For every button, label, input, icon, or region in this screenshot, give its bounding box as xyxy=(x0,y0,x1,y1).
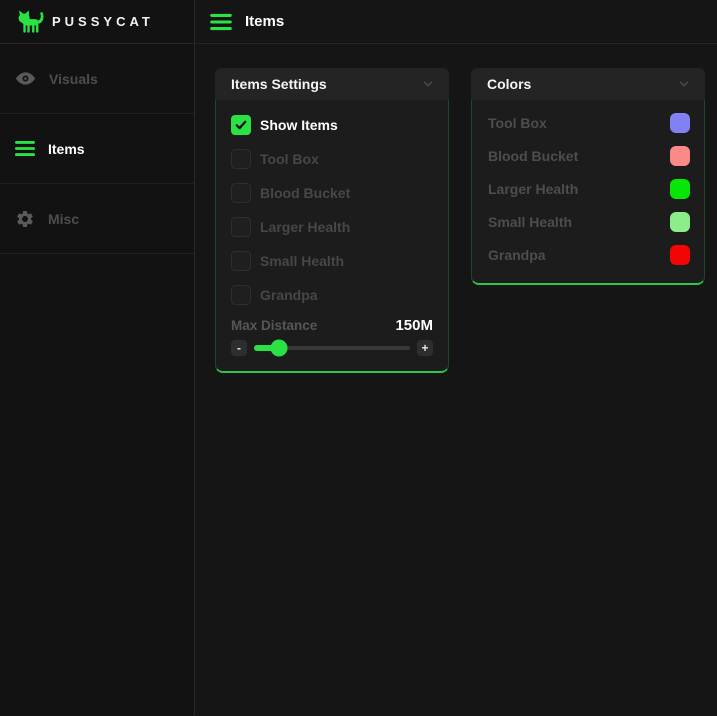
cat-logo-icon xyxy=(17,9,44,34)
color-label: Blood Bucket xyxy=(488,148,578,164)
sidebar-item-misc[interactable]: Misc xyxy=(0,184,194,254)
checkbox-row-small-health[interactable]: Small Health xyxy=(216,244,448,278)
colors-panel-body: Tool Box Blood Bucket Larger Health xyxy=(471,100,705,285)
gear-icon xyxy=(15,209,35,229)
checkbox-label: Blood Bucket xyxy=(260,185,350,201)
max-distance-slider: - + xyxy=(216,334,448,371)
sidebar-item-label: Items xyxy=(48,141,85,157)
chevron-down-icon[interactable] xyxy=(677,77,691,91)
checkbox-label: Tool Box xyxy=(260,151,319,167)
check-icon xyxy=(234,118,248,132)
page-title: Items xyxy=(245,13,284,30)
sidebar: Visuals Items Misc xyxy=(0,44,195,715)
slider-increase-button[interactable]: + xyxy=(417,340,433,356)
checkbox-row-blood-bucket[interactable]: Blood Bucket xyxy=(216,176,448,210)
color-swatch[interactable] xyxy=(670,113,690,133)
sidebar-item-label: Misc xyxy=(48,211,79,227)
items-settings-panel-body: Show Items Tool Box Blood xyxy=(215,100,449,373)
colors-panel: Colors Tool Box Blood Bucket xyxy=(471,68,705,285)
color-swatch[interactable] xyxy=(670,245,690,265)
max-distance-label: Max Distance xyxy=(231,318,317,333)
top-bar: PUSSYCAT Items xyxy=(0,0,717,44)
colors-panel-header[interactable]: Colors xyxy=(471,68,705,100)
slider-decrease-button[interactable]: - xyxy=(231,340,247,356)
color-row-grandpa: Grandpa xyxy=(472,238,704,271)
color-row-blood-bucket: Blood Bucket xyxy=(472,139,704,172)
app-window: PUSSYCAT Items Visuals xyxy=(0,0,717,716)
checkbox-row-grandpa[interactable]: Grandpa xyxy=(216,278,448,312)
checkbox-label: Small Health xyxy=(260,253,344,269)
slider-thumb[interactable] xyxy=(270,339,287,356)
max-distance-value: 150M xyxy=(395,317,433,334)
color-swatch[interactable] xyxy=(670,179,690,199)
page-header: Items xyxy=(195,0,717,43)
checkbox xyxy=(231,149,251,169)
color-row-larger-health: Larger Health xyxy=(472,172,704,205)
logo: PUSSYCAT xyxy=(0,0,195,43)
color-swatch[interactable] xyxy=(670,212,690,232)
chevron-down-icon[interactable] xyxy=(421,77,435,91)
items-settings-panel: Items Settings Show Items xyxy=(215,68,449,373)
color-label: Small Health xyxy=(488,214,572,230)
color-label: Tool Box xyxy=(488,115,547,131)
main-content: Items Settings Show Items xyxy=(195,44,717,715)
menu-icon xyxy=(15,140,35,157)
checkbox xyxy=(231,183,251,203)
checkbox xyxy=(231,217,251,237)
eye-icon xyxy=(15,68,36,89)
color-label: Grandpa xyxy=(488,247,546,263)
color-label: Larger Health xyxy=(488,181,578,197)
sidebar-item-label: Visuals xyxy=(49,71,98,87)
panel-title: Colors xyxy=(487,76,531,92)
checkbox xyxy=(231,115,251,135)
checkbox-label: Larger Health xyxy=(260,219,350,235)
color-row-small-health: Small Health xyxy=(472,205,704,238)
sidebar-item-items[interactable]: Items xyxy=(0,114,194,184)
slider-track[interactable] xyxy=(254,339,410,356)
menu-icon[interactable] xyxy=(210,13,232,31)
checkbox-label: Grandpa xyxy=(260,287,318,303)
color-row-tool-box: Tool Box xyxy=(472,106,704,139)
color-swatch[interactable] xyxy=(670,146,690,166)
checkbox-row-larger-health[interactable]: Larger Health xyxy=(216,210,448,244)
checkbox xyxy=(231,251,251,271)
checkbox xyxy=(231,285,251,305)
checkbox-row-show-items[interactable]: Show Items xyxy=(216,108,448,142)
sidebar-item-visuals[interactable]: Visuals xyxy=(0,44,194,114)
items-settings-panel-header[interactable]: Items Settings xyxy=(215,68,449,100)
checkbox-row-tool-box[interactable]: Tool Box xyxy=(216,142,448,176)
brand-name: PUSSYCAT xyxy=(52,14,154,29)
panel-title: Items Settings xyxy=(231,76,327,92)
checkbox-label: Show Items xyxy=(260,117,338,133)
